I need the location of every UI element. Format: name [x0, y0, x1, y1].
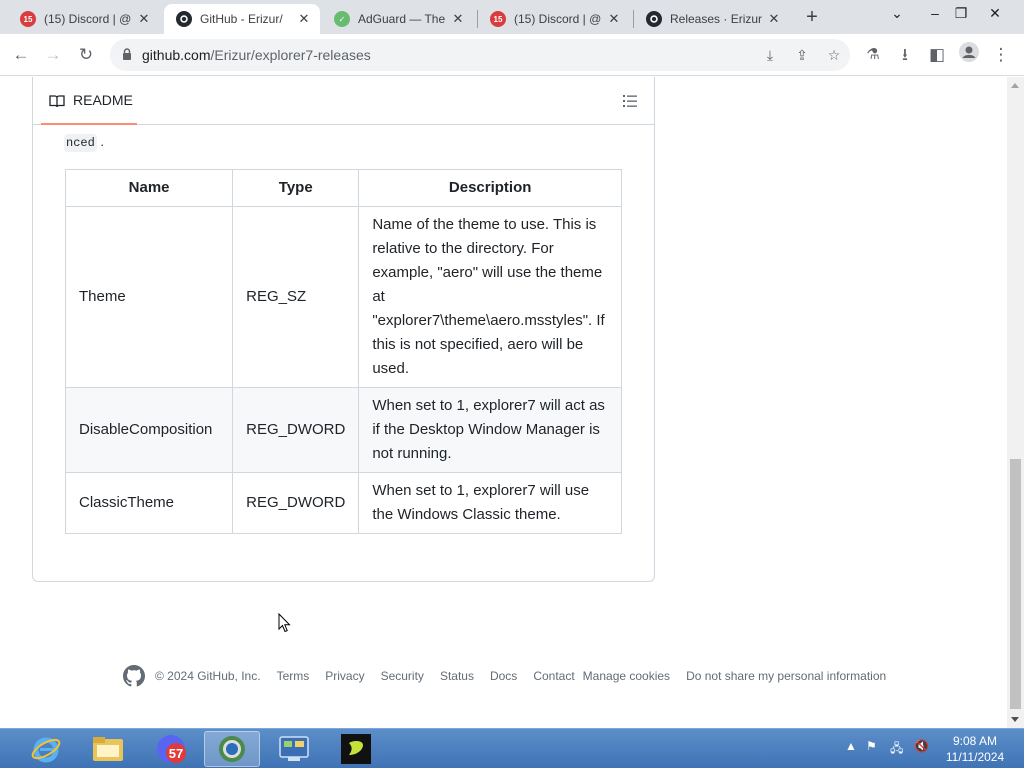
- footer-link-docs[interactable]: Docs: [490, 669, 517, 683]
- tab-title: GitHub - Erizur/: [200, 12, 283, 26]
- tab-search-chevron-icon[interactable]: ⌄: [880, 0, 914, 34]
- discord-badge-icon: 15: [20, 11, 36, 27]
- close-tab-icon[interactable]: ✕: [296, 11, 312, 27]
- footer-link-manage-cookies[interactable]: Manage cookies: [583, 669, 670, 683]
- truncated-paragraph: nced .: [64, 134, 105, 152]
- close-tab-icon[interactable]: ✕: [606, 11, 622, 27]
- close-tab-icon[interactable]: ✕: [450, 11, 466, 27]
- outline-list-icon[interactable]: [622, 93, 638, 109]
- discord-icon[interactable]: 57: [143, 731, 199, 767]
- setting-type: REG_DWORD: [232, 472, 360, 534]
- page-footer: © 2024 GitHub, Inc. Terms Privacy Securi…: [123, 665, 886, 687]
- tab-title: AdGuard — The: [358, 12, 446, 26]
- tab-github-active[interactable]: GitHub - Erizur/ ✕: [164, 4, 320, 34]
- reload-icon[interactable]: ↻: [73, 42, 99, 68]
- discord-badge-count: 57: [169, 746, 183, 761]
- mouse-cursor-icon: [278, 613, 291, 633]
- github-icon: [646, 11, 662, 27]
- back-arrow-icon[interactable]: ←: [8, 42, 34, 68]
- address-bar[interactable]: github.com/Erizur/explorer7-releases ⤓ ⇪…: [110, 39, 850, 71]
- chrome-icon[interactable]: [204, 731, 260, 767]
- footer-link-privacy[interactable]: Privacy: [325, 669, 364, 683]
- app-icon[interactable]: [328, 731, 384, 767]
- side-panel-icon[interactable]: ◧: [924, 42, 950, 68]
- action-center-flag-icon[interactable]: ⚑: [866, 739, 877, 753]
- setting-description: Name of the theme to use. This is relati…: [358, 206, 622, 388]
- clock-date: 11/11/2024: [945, 750, 1005, 764]
- restore-icon[interactable]: ❐: [944, 0, 978, 34]
- github-logo-icon[interactable]: [123, 665, 145, 687]
- setting-name: ClassicTheme: [64, 472, 234, 534]
- setting-description: When set to 1, explorer7 will use the Wi…: [358, 472, 622, 534]
- profile-avatar-icon[interactable]: [956, 42, 982, 68]
- tab-releases[interactable]: Releases · Erizur ✕: [634, 4, 790, 34]
- close-tab-icon[interactable]: ✕: [136, 11, 152, 27]
- footer-link-security[interactable]: Security: [381, 669, 424, 683]
- readme-tab-label[interactable]: README: [73, 92, 133, 108]
- windows-taskbar: 57 ▲ ⚑ 🖧 🔇 9:08 AM 11/11/2024: [0, 728, 1024, 768]
- install-app-icon[interactable]: ⤓: [760, 45, 780, 65]
- scroll-down-arrow-icon[interactable]: [1011, 717, 1019, 722]
- browser-toolbar: ← → ↻ github.com/Erizur/explorer7-releas…: [0, 34, 1024, 76]
- github-icon: [176, 11, 192, 27]
- tab-discord-2[interactable]: 15 (15) Discord | @ ✕: [478, 4, 630, 34]
- clock-time: 9:08 AM: [952, 734, 998, 748]
- share-icon[interactable]: ⇪: [792, 45, 812, 65]
- new-tab-button[interactable]: +: [798, 5, 826, 29]
- table-row: DisableComposition REG_DWORD When set to…: [64, 387, 622, 473]
- column-header: Name: [64, 169, 234, 207]
- setting-type: REG_DWORD: [232, 387, 360, 473]
- column-header: Description: [358, 169, 622, 207]
- internet-explorer-icon[interactable]: [18, 731, 74, 767]
- setting-description: When set to 1, explorer7 will act as if …: [358, 387, 622, 473]
- page-viewport: README nced . Name Type Description Them…: [0, 77, 1024, 728]
- volume-muted-icon[interactable]: 🔇: [914, 739, 929, 753]
- tab-discord-1[interactable]: 15 (15) Discord | @ ✕: [8, 4, 160, 34]
- scroll-up-arrow-icon[interactable]: [1011, 83, 1019, 88]
- close-window-icon[interactable]: ✕: [978, 0, 1012, 34]
- menu-kebab-icon[interactable]: ⋮: [988, 42, 1014, 68]
- page-scrollbar[interactable]: [1007, 77, 1024, 728]
- network-icon[interactable]: 🖧: [890, 739, 903, 760]
- system-clock[interactable]: 9:08 AM 11/11/2024: [938, 733, 1012, 765]
- tab-title: Releases · Erizur: [670, 12, 763, 26]
- scrollbar-thumb[interactable]: [1010, 459, 1021, 709]
- lock-icon: [123, 48, 131, 60]
- tab-adguard[interactable]: ✓ AdGuard — The ✕: [322, 4, 474, 34]
- setting-name: DisableComposition: [64, 387, 234, 473]
- table-header-row: Name Type Description: [64, 169, 622, 207]
- adguard-shield-icon: ✓: [334, 11, 350, 27]
- tab-strip: 15 (15) Discord | @ ✕ GitHub - Erizur/ ✕…: [0, 0, 1024, 34]
- tab-title: (15) Discord | @: [44, 12, 132, 26]
- discord-badge-icon: 15: [490, 11, 506, 27]
- bookmark-star-icon[interactable]: ☆: [824, 45, 844, 65]
- close-tab-icon[interactable]: ✕: [766, 11, 782, 27]
- active-tab-underline: [41, 123, 137, 125]
- column-header: Type: [232, 169, 360, 207]
- labs-flask-icon[interactable]: ⚗: [860, 42, 886, 68]
- setting-name: Theme: [64, 206, 234, 388]
- footer-link-contact[interactable]: Contact: [533, 669, 574, 683]
- copyright-text: © 2024 GitHub, Inc.: [155, 669, 261, 683]
- tab-title: (15) Discord | @: [514, 12, 602, 26]
- table-row: ClassicTheme REG_DWORD When set to 1, ex…: [64, 472, 622, 534]
- file-explorer-icon[interactable]: [80, 731, 136, 767]
- forward-arrow-icon[interactable]: →: [40, 42, 66, 68]
- url-text: github.com/Erizur/explorer7-releases: [142, 47, 371, 63]
- footer-link-do-not-share[interactable]: Do not share my personal information: [686, 669, 886, 683]
- show-hidden-icons-chevron-icon[interactable]: ▲: [845, 739, 857, 753]
- setting-type: REG_SZ: [232, 206, 360, 388]
- registry-settings-table: Name Type Description Theme REG_SZ Name …: [64, 169, 622, 534]
- download-icon[interactable]: ⭳: [892, 42, 918, 68]
- footer-link-status[interactable]: Status: [440, 669, 474, 683]
- book-icon: [49, 95, 65, 108]
- footer-link-terms[interactable]: Terms: [277, 669, 310, 683]
- readme-header: README: [33, 77, 654, 125]
- table-row: Theme REG_SZ Name of the theme to use. T…: [64, 206, 622, 388]
- control-panel-icon[interactable]: [266, 731, 322, 767]
